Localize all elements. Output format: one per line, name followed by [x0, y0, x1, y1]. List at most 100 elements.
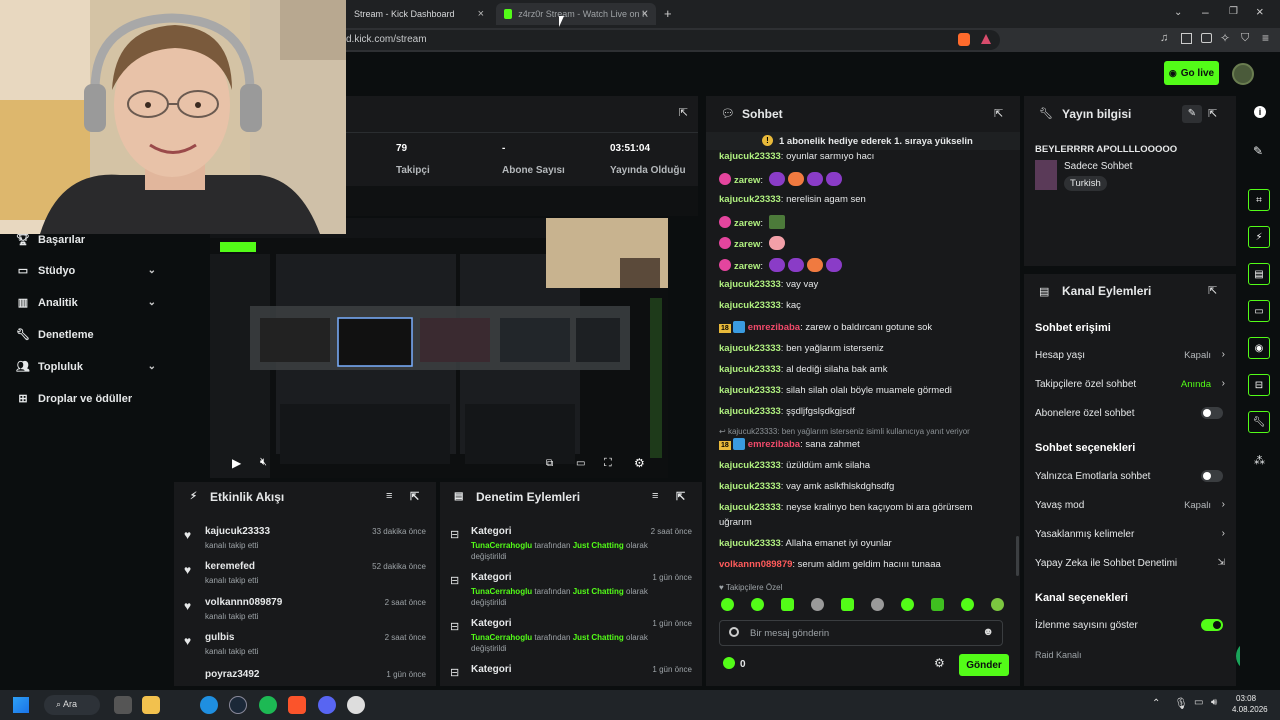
edge-icon[interactable] [200, 696, 218, 714]
chat-username[interactable]: kajucuk23333 [719, 300, 781, 311]
chat-username[interactable]: kajucuk23333 [719, 538, 781, 549]
chat-username[interactable]: kajucuk23333 [719, 194, 781, 205]
music-icon[interactable]: ♫ [1160, 32, 1168, 44]
file-explorer-icon[interactable] [142, 696, 160, 714]
sidebar-item-analytics[interactable]: ▥ Analitik ⌄ [16, 296, 156, 310]
chat-username[interactable]: kajucuk23333 [719, 151, 781, 161]
settings-icon[interactable]: ⚙ [634, 456, 645, 470]
fullscreen-icon[interactable]: ⛶ [604, 457, 612, 470]
chat-username[interactable]: zarew [734, 175, 760, 186]
chat-input[interactable]: Bir mesaj gönderin ☻ [719, 620, 1003, 646]
close-icon[interactable]: × [478, 8, 484, 20]
avatar[interactable] [1232, 63, 1254, 85]
followers-chat-row[interactable]: Takipçilere özel sohbet Anında › [1035, 378, 1225, 390]
send-button[interactable]: Gönder [959, 654, 1009, 676]
rewards-icon[interactable] [981, 34, 991, 44]
chat-username[interactable]: kajucuk23333 [719, 502, 781, 513]
subs-chat-toggle[interactable] [1201, 407, 1223, 419]
popout-icon[interactable]: ⇱ [1208, 107, 1217, 120]
chevron-down-icon[interactable]: ⌄ [1174, 7, 1182, 18]
list-icon[interactable]: ▤ [1248, 263, 1270, 285]
emote-only-toggle[interactable] [1201, 470, 1223, 482]
emote-icon[interactable] [991, 598, 1004, 611]
tab-dashboard[interactable]: Stream - Kick Dashboard × [346, 3, 492, 25]
restore-icon[interactable]: ❐ [1229, 6, 1238, 17]
chat-bubble-icon[interactable]: ▭ [1248, 300, 1270, 322]
emote-icon[interactable] [811, 598, 824, 611]
leo-ai-icon[interactable]: ✧ [1220, 31, 1230, 45]
clock-time[interactable]: 03:08 [1236, 694, 1256, 703]
sidebar-icon[interactable] [1181, 33, 1192, 44]
popout-icon[interactable]: ⇱ [676, 490, 685, 503]
popout-icon[interactable]: ⇱ [679, 106, 688, 119]
chat-username[interactable]: kajucuk23333 [719, 279, 781, 290]
account-age-row[interactable]: Hesap yaşı Kapalı › [1035, 349, 1225, 361]
emote-icon[interactable] [841, 598, 854, 611]
minimize-icon[interactable]: – [1202, 5, 1209, 19]
brave-shield-icon[interactable] [958, 33, 970, 46]
emote-icon[interactable] [901, 598, 914, 611]
ai-moderation-row[interactable]: Yapay Zeka ile Sohbet Denetimi ⇲ [1035, 557, 1225, 569]
broadcast-icon[interactable]: ◉ [1248, 337, 1270, 359]
lightning-icon[interactable]: ⚡︎ [1248, 226, 1270, 248]
chat-username[interactable]: kajucuk23333 [719, 481, 781, 492]
sidebar-item-community[interactable]: 👥︎ Topluluk ⌄ [16, 360, 156, 374]
close-window-icon[interactable]: × [1256, 4, 1264, 19]
chat-username[interactable]: emrezibaba [748, 322, 800, 333]
chat-username[interactable]: kajucuk23333 [719, 385, 781, 396]
chat-username[interactable]: emrezibaba [748, 439, 800, 450]
info-icon[interactable]: i [1254, 106, 1266, 118]
slow-mode-row[interactable]: Yavaş mod Kapalı › [1035, 499, 1225, 511]
monitor-icon[interactable]: ▭ [1194, 697, 1203, 708]
filter-icon[interactable]: ≡ [652, 490, 658, 502]
share-icon[interactable]: ⁂ [1254, 454, 1265, 467]
points-icon[interactable] [723, 657, 735, 669]
menu-icon[interactable]: ≡ [1262, 31, 1269, 45]
discord-icon[interactable] [318, 696, 336, 714]
filter-icon[interactable]: ≡ [386, 490, 392, 502]
popout-icon[interactable]: ⇱ [1208, 284, 1217, 297]
emote-icon[interactable] [781, 598, 794, 611]
popout-icon[interactable]: ⇱ [410, 490, 419, 503]
sidebar-item-moderation[interactable]: 🔧︎ Denetleme [16, 328, 156, 342]
pencil-icon[interactable]: ✎ [1253, 144, 1263, 158]
chat-username[interactable]: zarew [734, 218, 760, 229]
mute-icon[interactable]: 🔇︎ [260, 456, 267, 469]
edit-icon[interactable]: ✎ [1182, 105, 1202, 123]
show-viewers-toggle[interactable] [1201, 619, 1223, 631]
popout-icon[interactable]: ⇱ [994, 107, 1003, 120]
raid-row[interactable]: Raid Kanalı [1035, 650, 1225, 660]
settings-icon[interactable]: ⚙ [934, 656, 945, 670]
chat-username[interactable]: kajucuk23333 [719, 343, 781, 354]
chat-username[interactable]: zarew [734, 239, 760, 250]
emote-icon[interactable] [721, 598, 734, 611]
clock-date[interactable]: 4.08.2026 [1232, 705, 1268, 714]
taskbar-search[interactable]: ⌕ Ara [44, 695, 100, 715]
wrench-icon[interactable]: 🔧︎ [1248, 411, 1270, 433]
windows-start-icon[interactable] [13, 697, 29, 713]
volume-icon[interactable]: 🔊︎ [1211, 697, 1217, 708]
emote-icon[interactable] [961, 598, 974, 611]
tab-stream[interactable]: z4rz0r Stream - Watch Live on K × [496, 3, 656, 25]
go-live-button[interactable]: ◉ Go live [1164, 61, 1219, 85]
close-icon[interactable]: × [642, 8, 648, 20]
brave-icon[interactable] [288, 696, 306, 714]
microphone-icon[interactable]: 🎙︎ [1174, 697, 1188, 710]
crop-icon[interactable]: ⌗ [1248, 189, 1270, 211]
emoji-icon[interactable]: ☻ [982, 626, 994, 638]
stream-preview-video[interactable]: ▶ 🔇︎ ⧉ ▭ ⛶ ⚙ [210, 218, 668, 478]
pip-icon[interactable]: ⧉ [546, 458, 553, 469]
chat-username[interactable]: volkannn089879 [719, 559, 792, 570]
vpn-icon[interactable]: ⛉ [1241, 32, 1249, 45]
spotify-icon[interactable] [259, 696, 277, 714]
steam-icon[interactable] [229, 696, 247, 714]
task-view-icon[interactable] [114, 696, 132, 714]
pinned-banner[interactable]: ! 1 abonelik hediye ederek 1. sıraya yük… [706, 132, 1020, 150]
obs-icon[interactable] [347, 696, 365, 714]
wallet-icon[interactable] [1201, 33, 1212, 43]
sidebar-item-achievements[interactable]: 🏆︎ Başarılar [16, 233, 156, 247]
emote-icon[interactable] [931, 598, 944, 611]
theater-icon[interactable]: ▭ [576, 458, 585, 469]
grid-icon[interactable]: ⊟ [1248, 374, 1270, 396]
banned-words-row[interactable]: Yasaklanmış kelimeler › [1035, 528, 1225, 540]
